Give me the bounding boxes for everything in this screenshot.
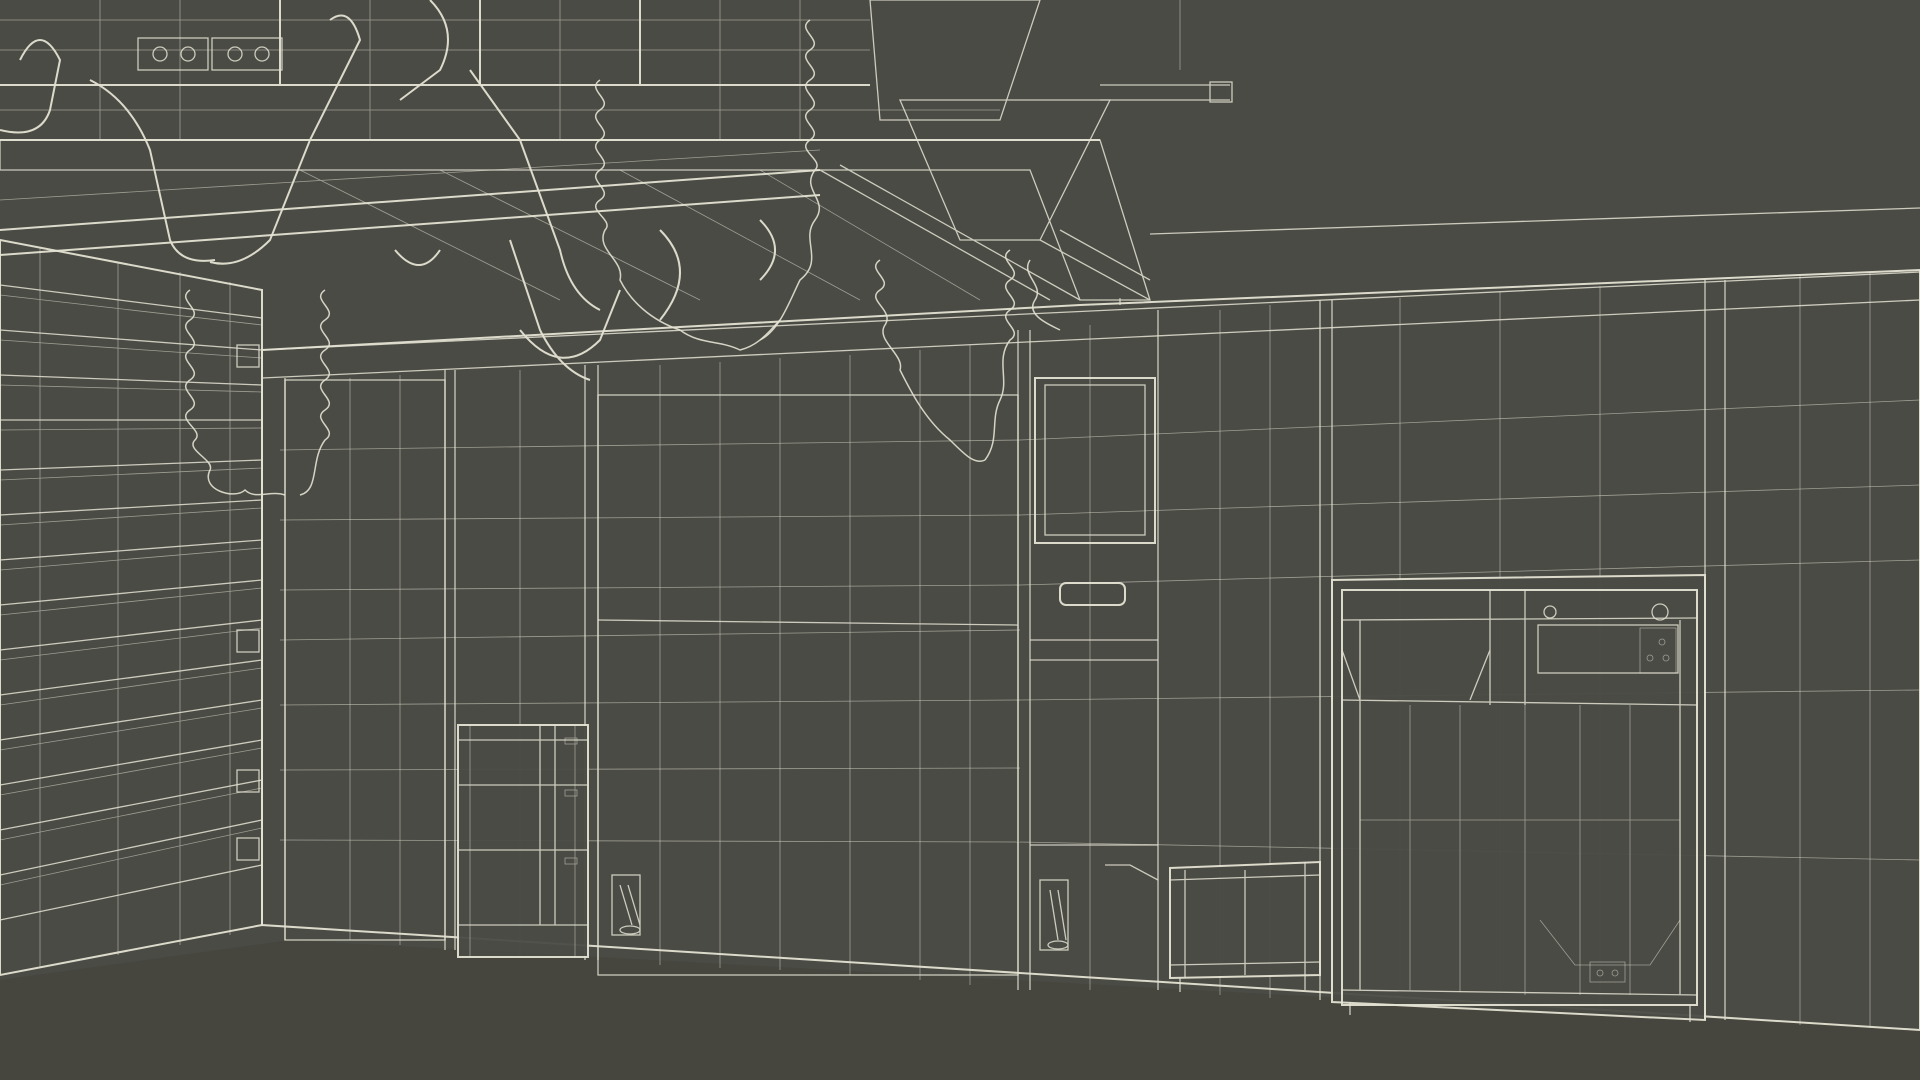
small-bench	[1169, 860, 1321, 992]
ceiling-frame	[0, 0, 1233, 301]
wireframe-scene	[0, 0, 1920, 1080]
drawer-cabinet	[457, 724, 589, 958]
washer-unit	[1331, 573, 1706, 1022]
left-slatted-wall	[0, 238, 263, 977]
